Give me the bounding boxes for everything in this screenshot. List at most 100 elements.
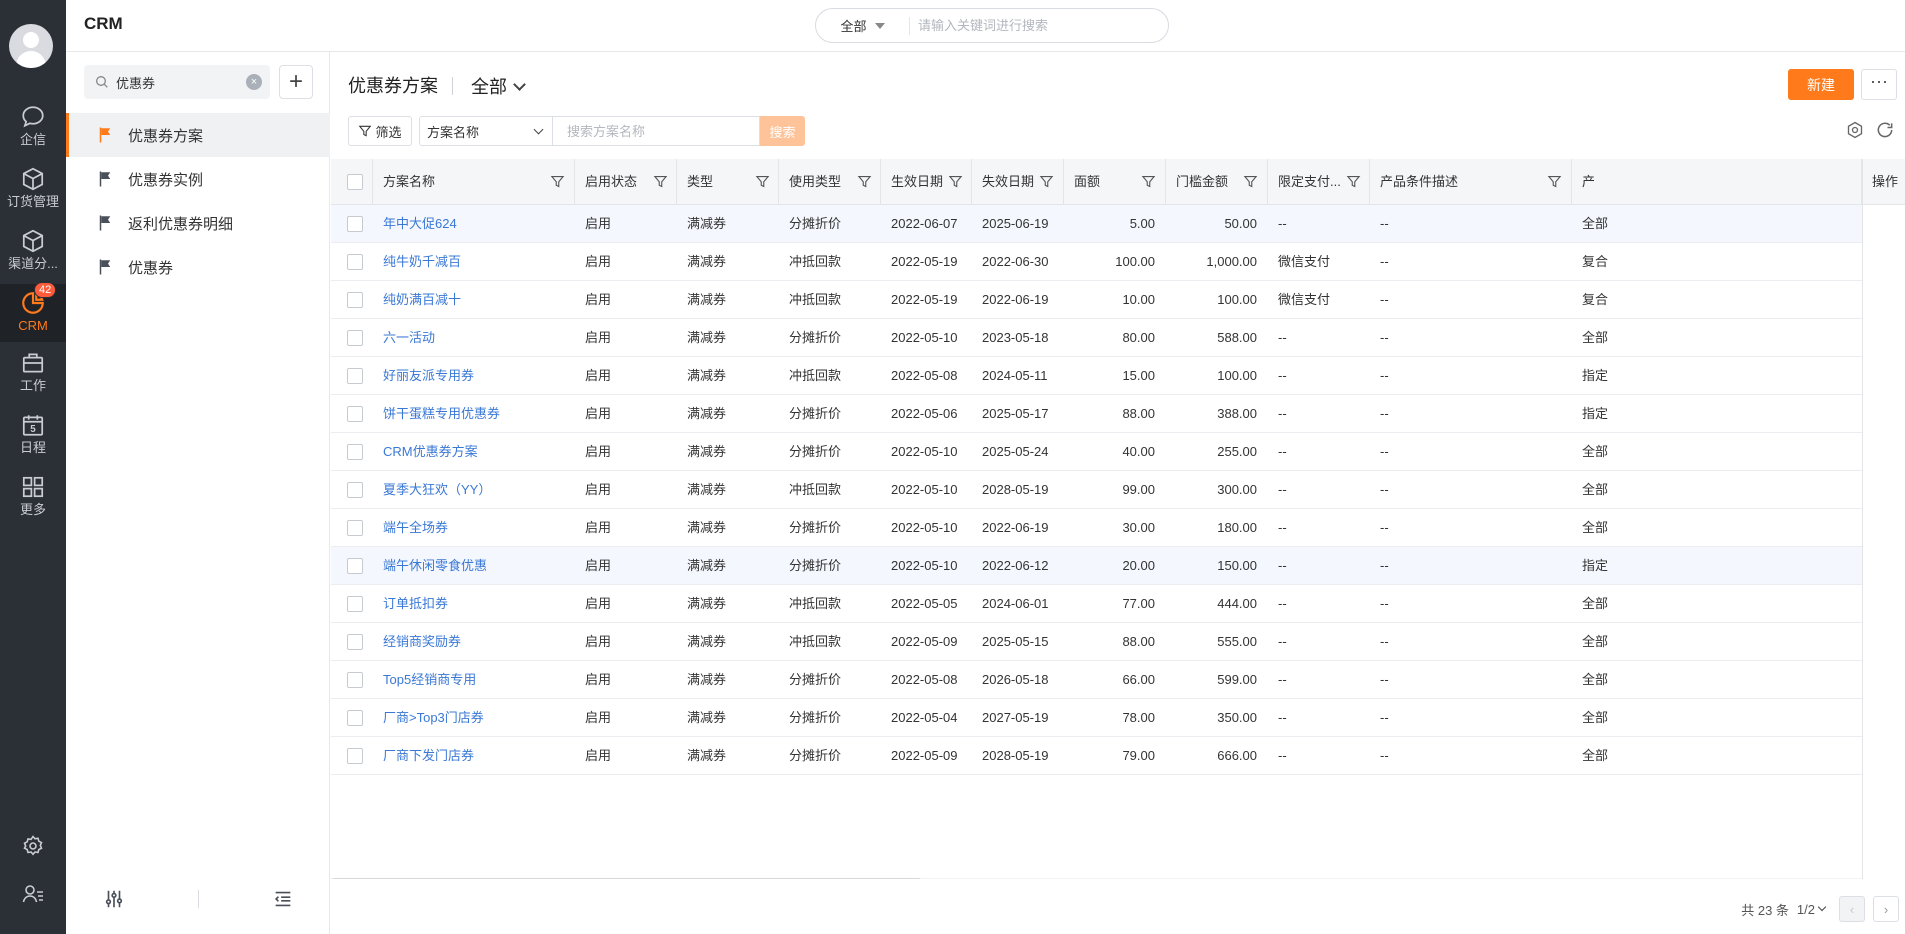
table-row[interactable]: 好丽友派专用券 启用 满减券 冲抵回款 2022-05-08 2024-05-11 15.0… bbox=[331, 357, 1905, 395]
rail-item-qixin[interactable]: 企信 bbox=[0, 104, 66, 162]
table-row[interactable]: 厂商下发门店券 启用 满减券 分摊折价 2022-05-09 2028-05-19 79.0… bbox=[331, 737, 1905, 775]
table-row[interactable]: 饼干蛋糕专用优惠券 启用 满减券 分摊折价 2022-05-06 2025-05-17 88… bbox=[331, 395, 1905, 433]
settings-icon[interactable] bbox=[1845, 120, 1865, 140]
more-button[interactable]: ··· bbox=[1861, 69, 1897, 100]
cell-name[interactable]: 好丽友派专用券 bbox=[373, 357, 575, 395]
column-filter-icon[interactable] bbox=[653, 174, 668, 189]
cell-name[interactable]: 经销商奖励券 bbox=[373, 623, 575, 661]
table-row[interactable]: 纯奶满百减十 启用 满减券 冲抵回款 2022-05-19 2022-06-19 10.00… bbox=[331, 281, 1905, 319]
column-filter-icon[interactable] bbox=[755, 174, 770, 189]
sidebar-item-coupon-plan[interactable]: 优惠券方案 bbox=[66, 113, 330, 157]
row-checkbox[interactable] bbox=[347, 330, 363, 346]
table-row[interactable]: 年中大促624 启用 满减券 分摊折价 2022-06-07 2025-06-19 5.00… bbox=[331, 205, 1905, 243]
search-scope-select[interactable]: 全部 bbox=[816, 16, 910, 35]
row-checkbox[interactable] bbox=[347, 596, 363, 612]
sidebar-item-rebate-coupon[interactable]: 返利优惠券明细 bbox=[66, 201, 330, 245]
row-checkbox[interactable] bbox=[347, 254, 363, 270]
search-button[interactable]: 搜索 bbox=[760, 116, 805, 146]
column-header[interactable]: 产品条件描述 bbox=[1370, 159, 1572, 205]
column-filter-icon[interactable] bbox=[857, 174, 872, 189]
plan-search-input[interactable] bbox=[553, 116, 760, 146]
table-row[interactable]: 订单抵扣券 启用 满减券 冲抵回款 2022-05-05 2024-06-01 77.00 4… bbox=[331, 585, 1905, 623]
cell-name[interactable]: 订单抵扣券 bbox=[373, 585, 575, 623]
table-row[interactable]: 端午全场券 启用 满减券 分摊折价 2022-05-10 2022-06-19 30.00 1… bbox=[331, 509, 1905, 547]
cell-name[interactable]: 六一活动 bbox=[373, 319, 575, 357]
row-checkbox[interactable] bbox=[347, 634, 363, 650]
row-checkbox[interactable] bbox=[347, 216, 363, 232]
row-checkbox[interactable] bbox=[347, 482, 363, 498]
rail-item-crm[interactable]: CRM 42 bbox=[0, 282, 66, 342]
cell-name[interactable]: 厂商>Top3门店券 bbox=[373, 699, 575, 737]
cell-name[interactable]: 年中大促624 bbox=[373, 205, 575, 243]
add-button[interactable]: + bbox=[279, 65, 313, 99]
view-select[interactable]: 全部 bbox=[471, 73, 526, 99]
table-row[interactable]: CRM优惠券方案 启用 满减券 分摊折价 2022-05-10 2025-05-24 40.… bbox=[331, 433, 1905, 471]
new-button[interactable]: 新建 bbox=[1788, 69, 1854, 100]
filter-button[interactable]: 筛选 bbox=[348, 116, 412, 146]
sidebar-item-coupon-instance[interactable]: 优惠券实例 bbox=[66, 157, 330, 201]
refresh-icon[interactable] bbox=[1875, 120, 1895, 140]
row-checkbox[interactable] bbox=[347, 748, 363, 764]
rail-item-work[interactable]: 工作 bbox=[0, 350, 66, 408]
column-header[interactable]: 方案名称 bbox=[373, 159, 575, 205]
cell-name[interactable]: 端午全场券 bbox=[373, 509, 575, 547]
table-row[interactable]: 纯牛奶千减百 启用 满减券 冲抵回款 2022-05-19 2022-06-30 100.0… bbox=[331, 243, 1905, 281]
table-row[interactable]: 六一活动 启用 满减券 分摊折价 2022-05-10 2023-05-18 80.00 58… bbox=[331, 319, 1905, 357]
row-checkbox[interactable] bbox=[347, 444, 363, 460]
column-filter-icon[interactable] bbox=[1547, 174, 1562, 189]
rail-item-more[interactable]: 更多 bbox=[0, 474, 66, 532]
row-checkbox[interactable] bbox=[347, 368, 363, 384]
sidebar-search-input[interactable] bbox=[116, 74, 236, 90]
scrollbar-thumb[interactable] bbox=[331, 878, 922, 879]
column-filter-icon[interactable] bbox=[948, 174, 963, 189]
rail-item-schedule[interactable]: 5 日程 bbox=[0, 412, 66, 470]
table-row[interactable]: Top5经销商专用 启用 满减券 分摊折价 2022-05-08 2026-05-18 66… bbox=[331, 661, 1905, 699]
global-search-input[interactable] bbox=[910, 18, 1150, 33]
cell-threshold: 666.00 bbox=[1217, 748, 1257, 763]
cell-name[interactable]: 端午休闲零食优惠 bbox=[373, 547, 575, 585]
rail-contacts[interactable] bbox=[0, 882, 66, 906]
column-header[interactable]: 产 bbox=[1572, 159, 1862, 205]
select-all-checkbox[interactable] bbox=[347, 174, 363, 190]
page-select[interactable]: 1/2 bbox=[1797, 902, 1827, 917]
row-checkbox[interactable] bbox=[347, 672, 363, 688]
sliders-icon[interactable] bbox=[103, 888, 125, 910]
cell-name[interactable]: 纯奶满百减十 bbox=[373, 281, 575, 319]
clear-icon[interactable]: × bbox=[246, 74, 262, 90]
view-select-label: 全部 bbox=[471, 77, 507, 97]
column-filter-icon[interactable] bbox=[1243, 174, 1258, 189]
cell-name[interactable]: 夏季大狂欢（YY） bbox=[373, 471, 575, 509]
rail-item-orders[interactable]: 订货管理 bbox=[0, 166, 66, 224]
prev-page-button[interactable]: ‹ bbox=[1839, 896, 1865, 922]
search-field-select[interactable]: 方案名称 bbox=[419, 116, 553, 146]
collapse-menu-icon[interactable] bbox=[272, 888, 294, 910]
row-checkbox[interactable] bbox=[347, 406, 363, 422]
cell-name[interactable]: Top5经销商专用 bbox=[373, 661, 575, 699]
sidebar-item-coupon[interactable]: 优惠券 bbox=[66, 245, 330, 289]
cell-prod: 全部 bbox=[1582, 482, 1609, 497]
column-filter-icon[interactable] bbox=[1039, 174, 1054, 189]
cell-start: 2022-05-10 bbox=[891, 444, 958, 459]
avatar[interactable] bbox=[9, 24, 53, 68]
cell-use: 分摊折价 bbox=[789, 710, 842, 725]
next-page-button[interactable]: › bbox=[1873, 896, 1899, 922]
table-row[interactable]: 经销商奖励券 启用 满减券 冲抵回款 2022-05-09 2025-05-15 88.00… bbox=[331, 623, 1905, 661]
cell-threshold: 350.00 bbox=[1217, 710, 1257, 725]
row-checkbox[interactable] bbox=[347, 520, 363, 536]
cell-name[interactable]: 饼干蛋糕专用优惠券 bbox=[373, 395, 575, 433]
row-checkbox[interactable] bbox=[347, 710, 363, 726]
column-filter-icon[interactable] bbox=[1141, 174, 1156, 189]
row-checkbox[interactable] bbox=[347, 558, 363, 574]
table-row[interactable]: 厂商>Top3门店券 启用 满减券 分摊折价 2022-05-04 2027-05-19 7… bbox=[331, 699, 1905, 737]
cell-name[interactable]: 纯牛奶千减百 bbox=[373, 243, 575, 281]
cell-name[interactable]: CRM优惠券方案 bbox=[373, 433, 575, 471]
column-filter-icon[interactable] bbox=[1346, 174, 1361, 189]
table-row[interactable]: 端午休闲零食优惠 启用 满减券 分摊折价 2022-05-10 2022-06-12 20.… bbox=[331, 547, 1905, 585]
rail-settings[interactable] bbox=[0, 834, 66, 858]
row-checkbox[interactable] bbox=[347, 292, 363, 308]
table-row[interactable]: 夏季大狂欢（YY） 启用 满减券 冲抵回款 2022-05-10 2028-05-19 99… bbox=[331, 471, 1905, 509]
horizontal-scrollbar[interactable] bbox=[331, 878, 1862, 879]
column-filter-icon[interactable] bbox=[550, 174, 565, 189]
rail-item-channel[interactable]: 渠道分... bbox=[0, 228, 66, 286]
cell-name[interactable]: 厂商下发门店券 bbox=[373, 737, 575, 775]
